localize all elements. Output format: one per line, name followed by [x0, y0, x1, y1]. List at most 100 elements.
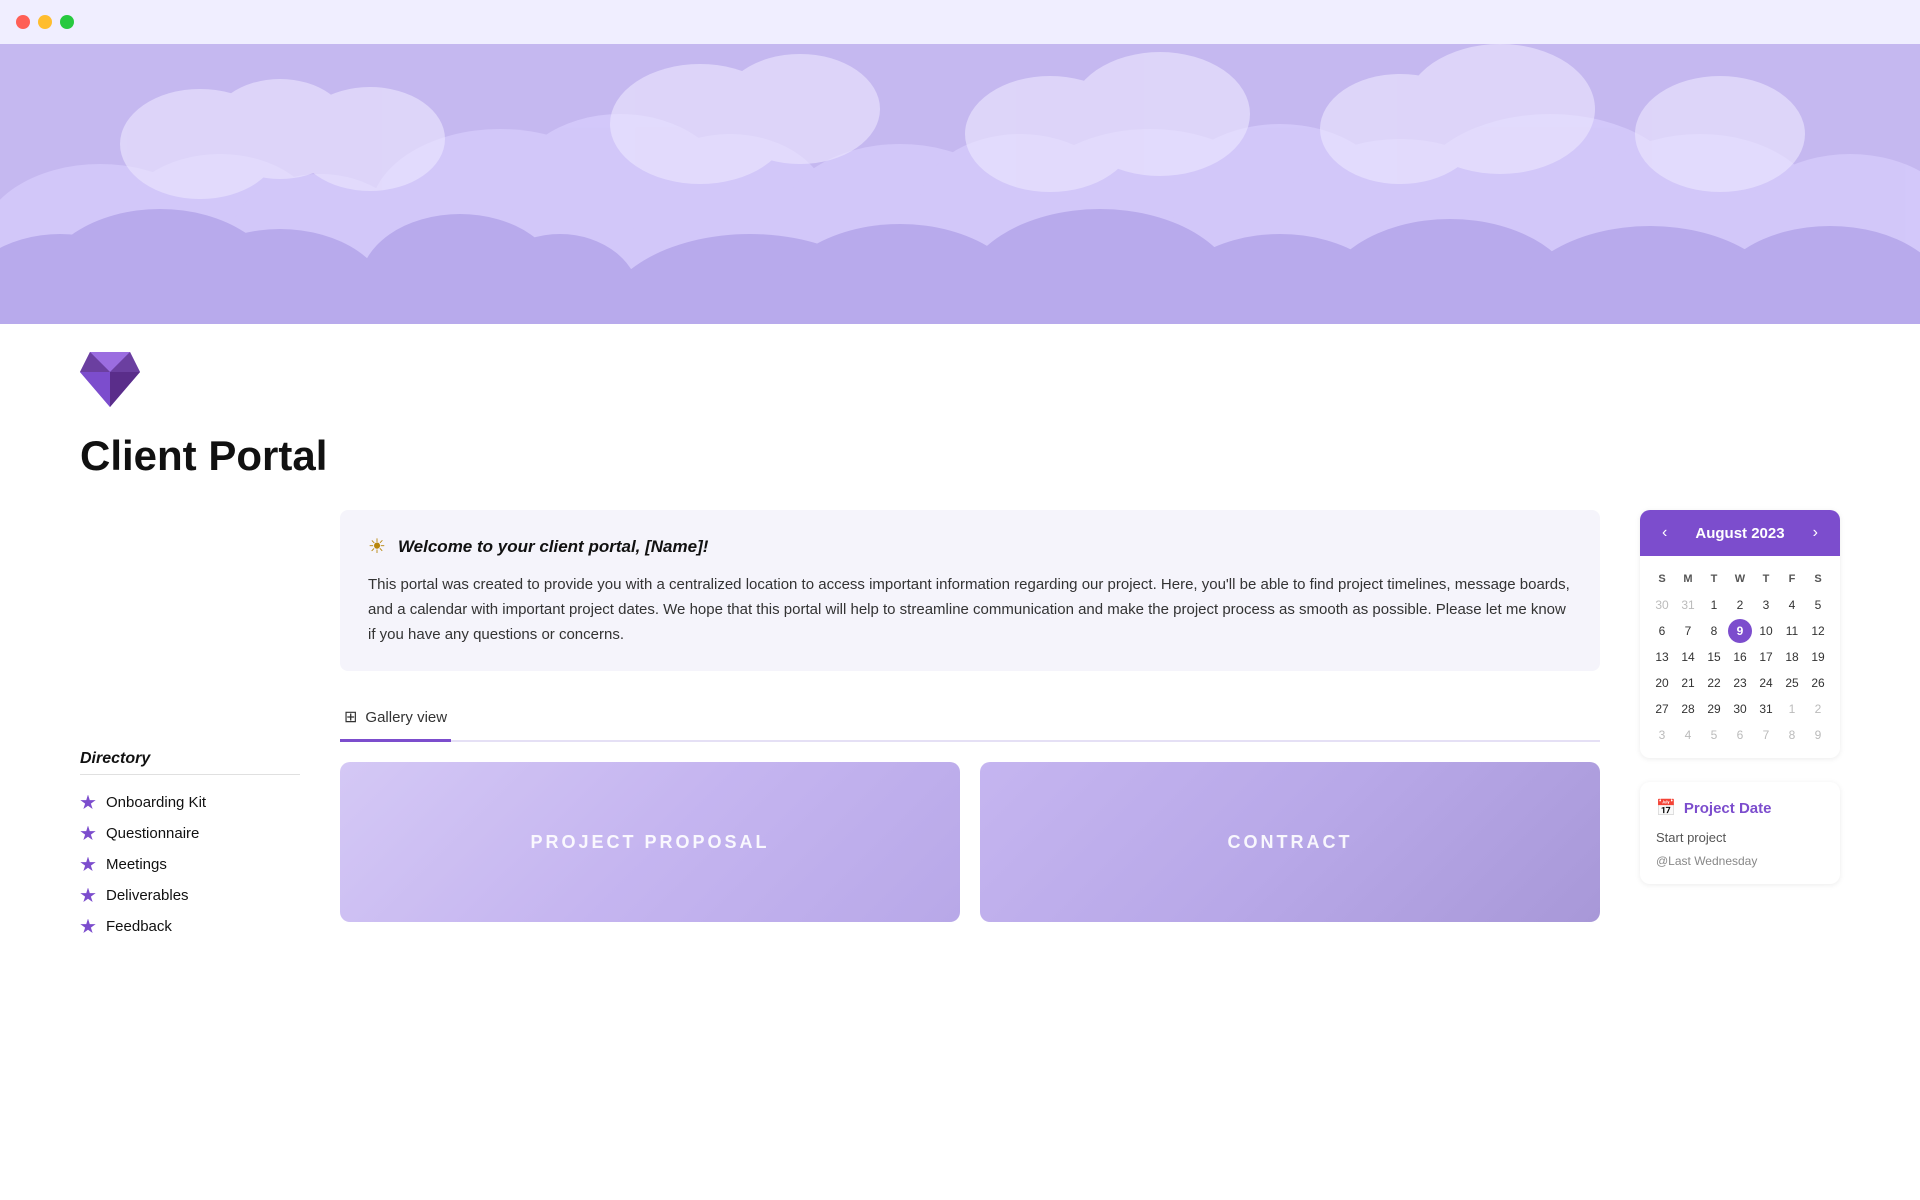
calendar-day[interactable]: 26	[1806, 671, 1830, 695]
hero-banner	[0, 44, 1920, 324]
calendar-day[interactable]: 5	[1806, 593, 1830, 617]
calendar-week-2: 13141516171819	[1650, 644, 1830, 670]
calendar-week-5: 3456789	[1650, 722, 1830, 748]
gallery-cards: PROJECT PROPOSAL CONTRACT	[340, 762, 1600, 922]
project-date-title: Project Date	[1684, 800, 1772, 817]
calendar-day[interactable]: 12	[1806, 619, 1830, 643]
welcome-title: Welcome to your client portal, [Name]!	[398, 537, 708, 557]
calendar-day[interactable]: 9	[1728, 619, 1752, 643]
calendar-week-4: 272829303112	[1650, 696, 1830, 722]
calendar-header: ‹ August 2023 ›	[1640, 510, 1840, 556]
calendar-week-3: 20212223242526	[1650, 670, 1830, 696]
card-proposal[interactable]: PROJECT PROPOSAL	[340, 762, 960, 922]
calendar-day[interactable]: 22	[1702, 671, 1726, 695]
calendar-day: 7	[1754, 723, 1778, 747]
card-contract[interactable]: CONTRACT	[980, 762, 1600, 922]
calendar-day: 4	[1676, 723, 1700, 747]
day-header-t2: T	[1754, 567, 1778, 591]
calendar: ‹ August 2023 › S M T W T F S 3031123456…	[1640, 510, 1840, 758]
calendar-day[interactable]: 4	[1780, 593, 1804, 617]
calendar-day: 30	[1650, 593, 1674, 617]
calendar-grid: S M T W T F S 30311234567891011121314151…	[1640, 556, 1840, 758]
project-date-start-label: Start project	[1656, 828, 1824, 848]
calendar-day[interactable]: 21	[1676, 671, 1700, 695]
calendar-day[interactable]: 1	[1702, 593, 1726, 617]
meetings-icon	[80, 857, 96, 873]
calendar-icon: 📅	[1656, 798, 1676, 818]
calendar-day[interactable]: 29	[1702, 697, 1726, 721]
calendar-day[interactable]: 11	[1780, 619, 1804, 643]
sidebar-label-deliverables: Deliverables	[106, 887, 189, 904]
day-header-w: W	[1728, 567, 1752, 591]
deliverables-icon	[80, 888, 96, 904]
calendar-next-button[interactable]: ›	[1807, 522, 1824, 544]
calendar-day[interactable]: 23	[1728, 671, 1752, 695]
icon-area	[0, 324, 1920, 422]
diamond-icon	[80, 352, 140, 407]
calendar-prev-button[interactable]: ‹	[1656, 522, 1673, 544]
calendar-day: 5	[1702, 723, 1726, 747]
proposal-label: PROJECT PROPOSAL	[530, 832, 769, 853]
calendar-day[interactable]: 16	[1728, 645, 1752, 669]
calendar-day: 3	[1650, 723, 1674, 747]
calendar-day[interactable]: 3	[1754, 593, 1778, 617]
welcome-box: ☀ Welcome to your client portal, [Name]!…	[340, 510, 1600, 671]
center-content: ☀ Welcome to your client portal, [Name]!…	[340, 510, 1600, 922]
day-header-t1: T	[1702, 567, 1726, 591]
calendar-day[interactable]: 13	[1650, 645, 1674, 669]
calendar-day[interactable]: 25	[1780, 671, 1804, 695]
calendar-day[interactable]: 24	[1754, 671, 1778, 695]
calendar-day[interactable]: 17	[1754, 645, 1778, 669]
day-header-m: M	[1676, 567, 1700, 591]
calendar-day[interactable]: 8	[1702, 619, 1726, 643]
sidebar-item-deliverables[interactable]: Deliverables	[80, 880, 300, 911]
calendar-day[interactable]: 7	[1676, 619, 1700, 643]
calendar-day[interactable]: 15	[1702, 645, 1726, 669]
sidebar-label-feedback: Feedback	[106, 918, 172, 935]
page-title: Client Portal	[0, 422, 1920, 510]
minimize-button[interactable]	[38, 15, 52, 29]
calendar-day[interactable]: 6	[1650, 619, 1674, 643]
gallery-tab-bar: ⊞ Gallery view	[340, 699, 1600, 742]
calendar-day[interactable]: 2	[1728, 593, 1752, 617]
calendar-day: 6	[1728, 723, 1752, 747]
sidebar-label-onboarding: Onboarding Kit	[106, 794, 206, 811]
sidebar-label-meetings: Meetings	[106, 856, 167, 873]
day-header-s1: S	[1650, 567, 1674, 591]
close-button[interactable]	[16, 15, 30, 29]
calendar-day[interactable]: 14	[1676, 645, 1700, 669]
onboarding-icon	[80, 795, 96, 811]
calendar-day[interactable]: 18	[1780, 645, 1804, 669]
right-sidebar: ‹ August 2023 › S M T W T F S 3031123456…	[1640, 510, 1840, 884]
sidebar-item-feedback[interactable]: Feedback	[80, 911, 300, 942]
calendar-week-1: 6789101112	[1650, 618, 1830, 644]
calendar-day: 2	[1806, 697, 1830, 721]
calendar-day: 31	[1676, 593, 1700, 617]
contract-label: CONTRACT	[1228, 832, 1353, 853]
calendar-day: 8	[1780, 723, 1804, 747]
welcome-body: This portal was created to provide you w…	[368, 573, 1572, 647]
project-date-schedule: @Last Wednesday	[1656, 854, 1824, 868]
calendar-day[interactable]: 30	[1728, 697, 1752, 721]
sidebar-item-questionnaire[interactable]: Questionnaire	[80, 818, 300, 849]
calendar-weeks: 3031123456789101112131415161718192021222…	[1650, 592, 1830, 748]
calendar-week-0: 303112345	[1650, 592, 1830, 618]
gallery-view-tab[interactable]: ⊞ Gallery view	[340, 699, 451, 742]
sidebar-item-meetings[interactable]: Meetings	[80, 849, 300, 880]
sidebar-item-onboarding[interactable]: Onboarding Kit	[80, 787, 300, 818]
main-layout: Directory Onboarding Kit Questionnaire M…	[0, 510, 1920, 942]
gallery-tab-label: Gallery view	[365, 709, 447, 726]
calendar-day[interactable]: 20	[1650, 671, 1674, 695]
calendar-day[interactable]: 31	[1754, 697, 1778, 721]
maximize-button[interactable]	[60, 15, 74, 29]
day-header-f: F	[1780, 567, 1804, 591]
calendar-month-year: August 2023	[1695, 525, 1784, 542]
calendar-day[interactable]: 10	[1754, 619, 1778, 643]
calendar-day[interactable]: 28	[1676, 697, 1700, 721]
titlebar	[0, 0, 1920, 44]
grid-icon: ⊞	[344, 707, 357, 727]
calendar-day[interactable]: 27	[1650, 697, 1674, 721]
welcome-header: ☀ Welcome to your client portal, [Name]!	[368, 534, 1572, 559]
sun-icon: ☀	[368, 534, 386, 559]
calendar-day[interactable]: 19	[1806, 645, 1830, 669]
